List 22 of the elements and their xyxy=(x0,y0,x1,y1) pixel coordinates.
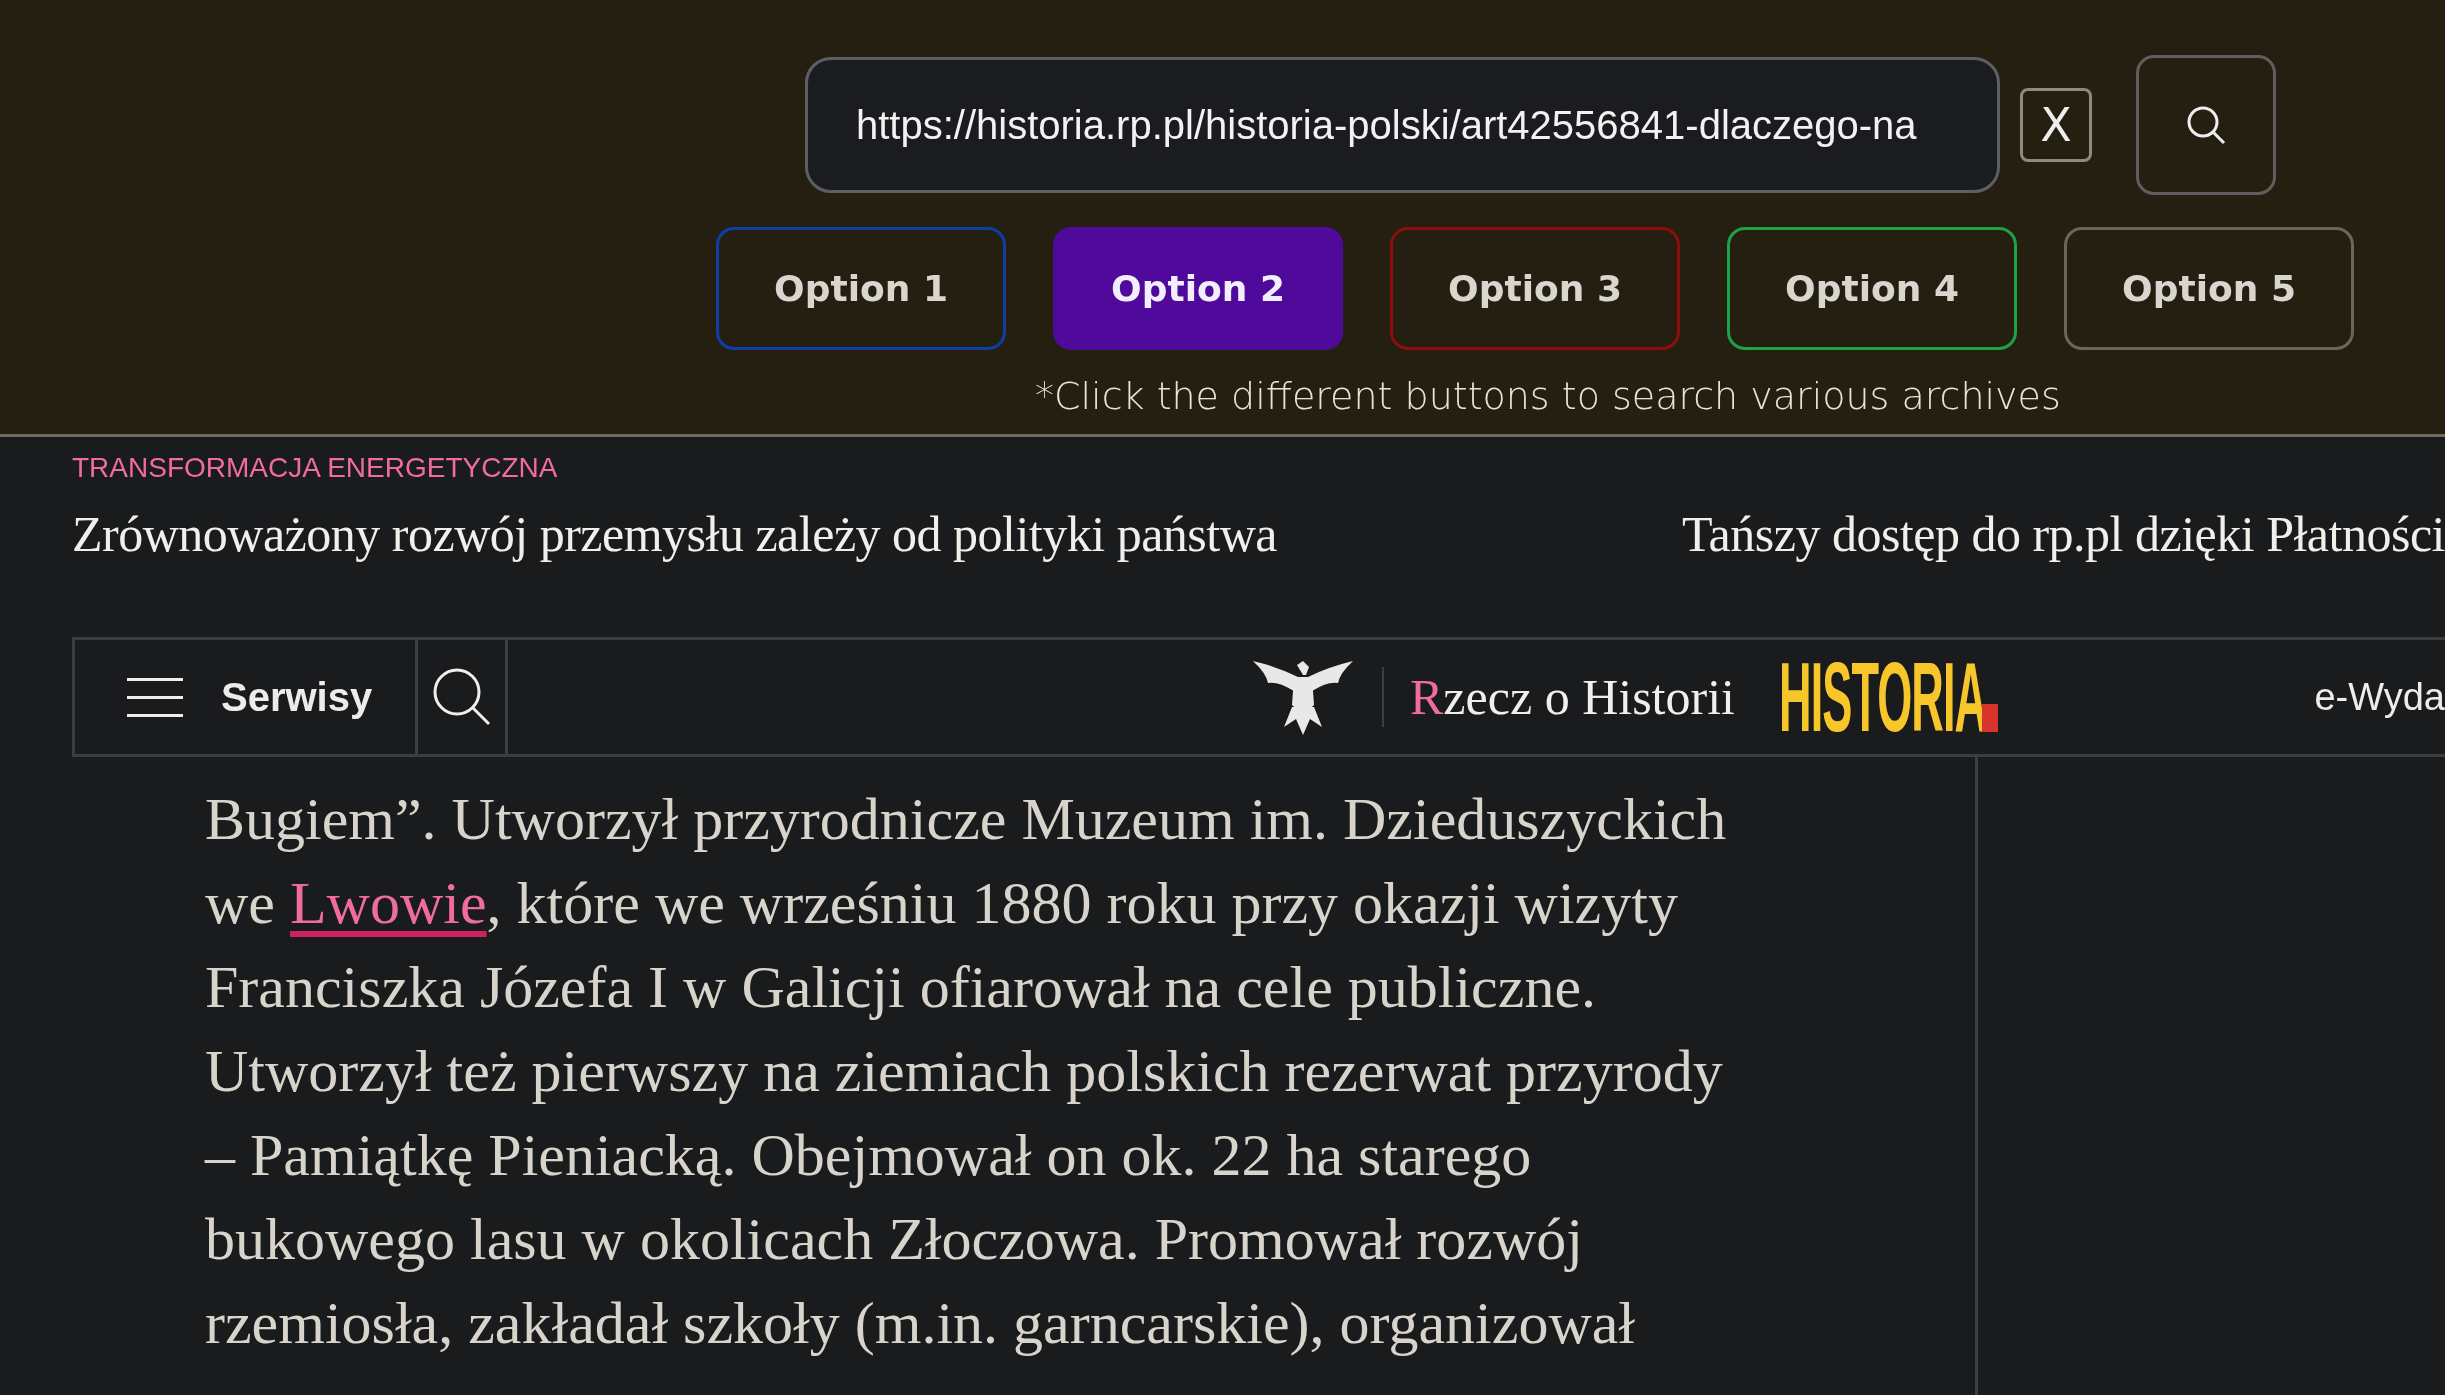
headline-link[interactable]: Tańszy dostęp do rp.pl dzięki Płatności xyxy=(1682,497,2445,572)
menu-icon xyxy=(127,678,183,717)
article-link[interactable]: Lwowie xyxy=(289,870,487,936)
eagle-icon xyxy=(1253,661,1353,735)
brand-title[interactable]: Rzecz o Historii xyxy=(1410,659,1735,735)
option-button[interactable]: Option 2 xyxy=(1053,227,1343,350)
hint-text: *Click the different buttons to search various archives xyxy=(1035,373,2061,420)
option-button[interactable]: Option 4 xyxy=(1727,227,2017,350)
logo-text[interactable]: HISTORIA xyxy=(1778,648,1987,746)
option-button[interactable]: Option 3 xyxy=(1390,227,1680,350)
url-field[interactable]: https://historia.rp.pl/historia-polski/art42556841-dlaczego-na xyxy=(805,57,2000,193)
menu-button[interactable]: Serwisy xyxy=(127,667,373,727)
option-button[interactable]: Option 1 xyxy=(716,227,1006,350)
logo-tag-icon xyxy=(1981,704,1998,732)
option-button[interactable]: Option 5 xyxy=(2064,227,2354,350)
search-icon xyxy=(2187,106,2226,145)
category-label[interactable]: TRANSFORMACJA ENERGETYCZNA xyxy=(72,447,558,489)
clear-button[interactable]: X xyxy=(2020,88,2092,162)
search-icon xyxy=(433,668,490,726)
headline-link[interactable]: Zrównoważony rozwój przemysłu zależy od polityki państwa xyxy=(72,497,1277,572)
edition-link[interactable]: e-Wyda xyxy=(2314,668,2445,726)
article-paragraph: Bugiem”. Utworzył przyrodnicze Muzeum im. Dzieduszyckich we Lwowie, które we wrześniu 1880 roku przy okazji wizyty Franciszka Józefa I w Galicji ofiarował na cele publiczne. Utworzył też pierwszy na ziemiach polskich rezerwat przyrody – Pamiątkę Pieniacką. Obejmował on ok. 22 ha starego bukowego lasu w okolicach Złoczowa. Promował rozwój rzemiosła, zakładał szkoły (m.in. garncarskie), organizował xyxy=(203,785,1728,1358)
